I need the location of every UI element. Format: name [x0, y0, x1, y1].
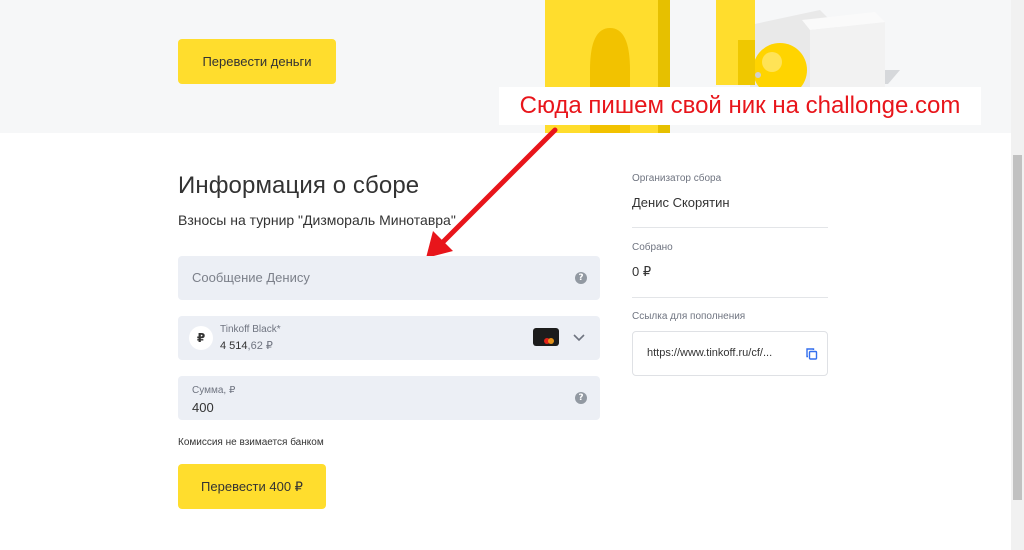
divider: [632, 297, 828, 298]
link-label: Ссылка для пополнения: [632, 311, 746, 322]
page-title: Информация о сборе: [178, 172, 420, 199]
card-name: Tinkoff Black*: [220, 324, 281, 335]
amount-value: 400: [192, 400, 214, 415]
payment-link-text[interactable]: https://www.tinkoff.ru/cf/...: [647, 347, 772, 359]
message-field[interactable]: Сообщение Денису: [178, 256, 600, 300]
collected-value: 0 ₽: [632, 264, 652, 279]
message-placeholder: Сообщение Денису: [192, 270, 310, 285]
pay-button[interactable]: Перевести 400 ₽: [178, 464, 326, 509]
card-balance: 4 514,62 ₽: [220, 339, 273, 352]
collected-label: Собрано: [632, 242, 673, 253]
copy-icon[interactable]: [806, 348, 818, 360]
organizer-label: Организатор сбора: [632, 173, 722, 184]
question-icon[interactable]: ?: [575, 392, 587, 404]
question-icon[interactable]: ?: [575, 272, 587, 284]
mastercard-card-icon: [533, 328, 559, 346]
card-balance-kop: ,62 ₽: [247, 340, 273, 352]
ruble-icon: ₽: [189, 326, 213, 350]
scrollbar-thumb[interactable]: [1013, 155, 1022, 500]
card-balance-main: 4 514: [220, 340, 248, 352]
transfer-money-button[interactable]: Перевести деньги: [178, 39, 336, 84]
page-subtitle: Взносы на турнир "Дизмораль Минотавра": [178, 212, 456, 228]
commission-note: Комиссия не взимается банком: [178, 437, 324, 448]
annotation-callout: Сюда пишем свой ник на challonge.com: [499, 87, 981, 125]
payment-link-box[interactable]: https://www.tinkoff.ru/cf/...: [632, 331, 828, 376]
scrollbar[interactable]: [1011, 0, 1024, 550]
amount-label: Сумма, ₽: [192, 385, 236, 396]
organizer-name: Денис Скорятин: [632, 195, 730, 210]
divider: [632, 227, 828, 228]
card-select[interactable]: ₽ Tinkoff Black* 4 514,62 ₽: [178, 316, 600, 360]
chevron-down-icon[interactable]: [572, 330, 586, 344]
amount-field[interactable]: Сумма, ₽ 400: [178, 376, 600, 420]
